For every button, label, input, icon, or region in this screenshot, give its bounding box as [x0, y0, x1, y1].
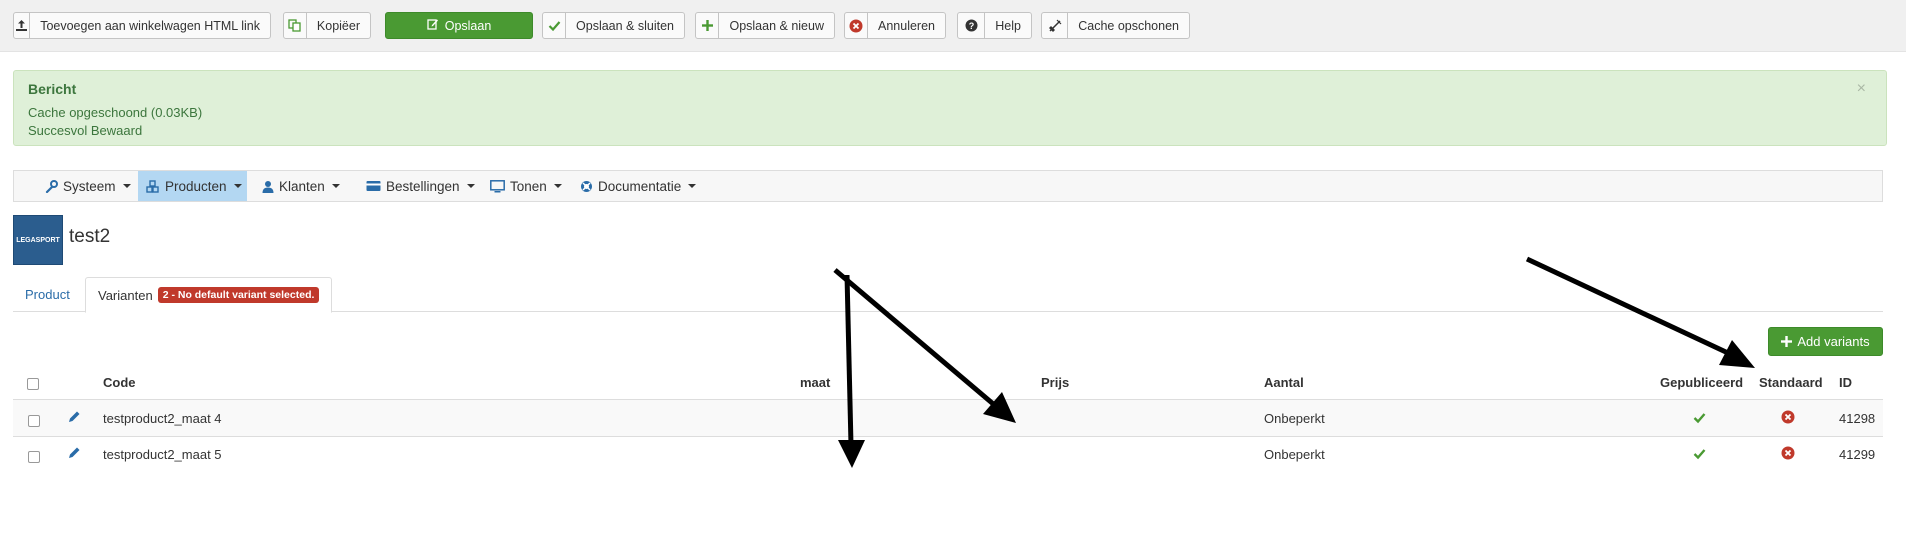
- published-check-icon[interactable]: [1693, 411, 1706, 424]
- toolbar: Toevoegen aan winkelwagen HTML link Kopi…: [0, 0, 1906, 52]
- save-new-label: Opslaan & nieuw: [729, 18, 824, 33]
- column-header-maat[interactable]: maat: [800, 375, 830, 390]
- cancel-button[interactable]: Annuleren: [844, 12, 946, 39]
- plus-icon: [1781, 336, 1793, 347]
- wrench-icon: [45, 179, 58, 193]
- table-row: testproduct2_maat 5 Onbeperkt 41299: [13, 436, 1883, 472]
- tab-label: Varianten: [98, 287, 153, 303]
- menu-item-bestellingen[interactable]: Bestellingen: [358, 171, 483, 201]
- caret-down-icon: [122, 184, 131, 188]
- save-close-button[interactable]: Opslaan & sluiten: [542, 12, 685, 39]
- clear-cache-label: Cache opschonen: [1078, 18, 1179, 33]
- message-line: Succesvol Bewaard: [28, 123, 143, 138]
- help-button[interactable]: ? Help: [957, 12, 1032, 39]
- not-default-icon[interactable]: [1781, 410, 1795, 424]
- caret-down-icon: [233, 184, 242, 188]
- caret-down-icon: [553, 184, 562, 188]
- variant-id: 41299: [1839, 447, 1876, 462]
- row-checkbox[interactable]: [28, 451, 40, 463]
- help-label: Help: [995, 18, 1021, 33]
- select-all-checkbox[interactable]: [27, 378, 39, 390]
- menu-label: Bestellingen: [386, 178, 460, 194]
- column-header-standaard[interactable]: Standaard: [1759, 375, 1823, 390]
- row-checkbox[interactable]: [28, 415, 40, 427]
- column-header-prijs[interactable]: Prijs: [1041, 375, 1069, 390]
- svg-text:?: ?: [968, 21, 974, 31]
- menu-item-klanten[interactable]: Klanten: [254, 171, 348, 201]
- save-button[interactable]: Opslaan: [385, 12, 533, 39]
- variant-quantity: Onbeperkt: [1264, 411, 1325, 426]
- upload-icon: [14, 13, 31, 38]
- variant-code[interactable]: testproduct2_maat 5: [103, 447, 222, 462]
- column-header-code[interactable]: Code: [103, 375, 136, 390]
- add-variants-button[interactable]: Add variants: [1768, 327, 1883, 356]
- column-header-id[interactable]: ID: [1839, 375, 1852, 390]
- life-ring-icon: [581, 180, 592, 192]
- close-icon[interactable]: ×: [1857, 80, 1866, 98]
- menu-label: Producten: [165, 178, 227, 194]
- save-new-button[interactable]: Opslaan & nieuw: [695, 12, 835, 39]
- menu-label: Klanten: [279, 178, 325, 194]
- add-to-cart-label: Toevoegen aan winkelwagen HTML link: [40, 18, 260, 33]
- credit-card-icon: [366, 181, 381, 191]
- not-default-icon[interactable]: [1781, 446, 1795, 460]
- menu-item-systeem[interactable]: Systeem: [37, 171, 139, 201]
- status-badge: 2 - No default variant selected.: [157, 287, 320, 303]
- pencil-icon[interactable]: [67, 410, 81, 424]
- menu-label: Systeem: [63, 178, 116, 194]
- copy-label: Kopiëer: [316, 18, 360, 33]
- cubes-icon: [146, 179, 159, 193]
- menu-label: Tonen: [510, 178, 547, 194]
- plus-icon: [696, 13, 720, 38]
- page-title: test2: [69, 226, 111, 247]
- pencil-icon[interactable]: [67, 446, 81, 460]
- variant-quantity: Onbeperkt: [1264, 447, 1325, 462]
- add-to-cart-link-button[interactable]: Toevoegen aan winkelwagen HTML link: [13, 12, 271, 39]
- save-close-label: Opslaan & sluiten: [576, 18, 674, 33]
- caret-down-icon: [466, 184, 475, 188]
- caret-down-icon: [331, 184, 340, 188]
- message-heading: Bericht: [28, 81, 77, 97]
- question-icon: ?: [958, 13, 986, 38]
- caret-down-icon: [688, 184, 697, 188]
- clear-cache-button[interactable]: Cache opschonen: [1041, 12, 1190, 39]
- tab-varianten[interactable]: Varianten 2 - No default variant selecte…: [85, 277, 333, 313]
- message-line: Cache opgeschoond (0.03KB): [28, 105, 203, 120]
- variant-id: 41298: [1839, 411, 1876, 426]
- annotation-arrow: [1525, 256, 1755, 368]
- menu-item-tonen[interactable]: Tonen: [482, 171, 570, 201]
- menu-item-documentatie[interactable]: Documentatie: [572, 171, 704, 201]
- add-variants-label: Add variants: [1797, 334, 1870, 349]
- main-menu: Systeem Producten Klanten Bestellingen T…: [13, 170, 1883, 202]
- table-row: testproduct2_maat 4 Onbeperkt 41298: [13, 400, 1883, 436]
- success-message: Bericht Cache opgeschoond (0.03KB) Succe…: [13, 70, 1887, 146]
- brand-logo: LEGASPORT: [13, 215, 63, 265]
- tab-bar: Product Varianten 2 - No default variant…: [13, 277, 1883, 313]
- copy-icon: [284, 13, 307, 38]
- user-icon: [262, 180, 274, 193]
- cancel-circle-icon: [845, 13, 868, 38]
- broom-icon: [1042, 13, 1069, 38]
- menu-item-producten[interactable]: Producten: [138, 171, 247, 201]
- tab-product[interactable]: Product: [13, 277, 82, 312]
- published-check-icon[interactable]: [1693, 447, 1706, 460]
- check-icon: [543, 13, 567, 38]
- edit-icon: [427, 18, 439, 33]
- menu-label: Documentatie: [598, 178, 682, 194]
- save-label: Opslaan: [444, 18, 492, 33]
- variant-code[interactable]: testproduct2_maat 4: [103, 411, 222, 426]
- copy-button[interactable]: Kopiëer: [283, 12, 371, 39]
- cancel-label: Annuleren: [878, 18, 935, 33]
- monitor-icon: [490, 179, 505, 192]
- column-header-gepubliceerd[interactable]: Gepubliceerd: [1660, 375, 1743, 390]
- column-header-aantal[interactable]: Aantal: [1264, 375, 1304, 390]
